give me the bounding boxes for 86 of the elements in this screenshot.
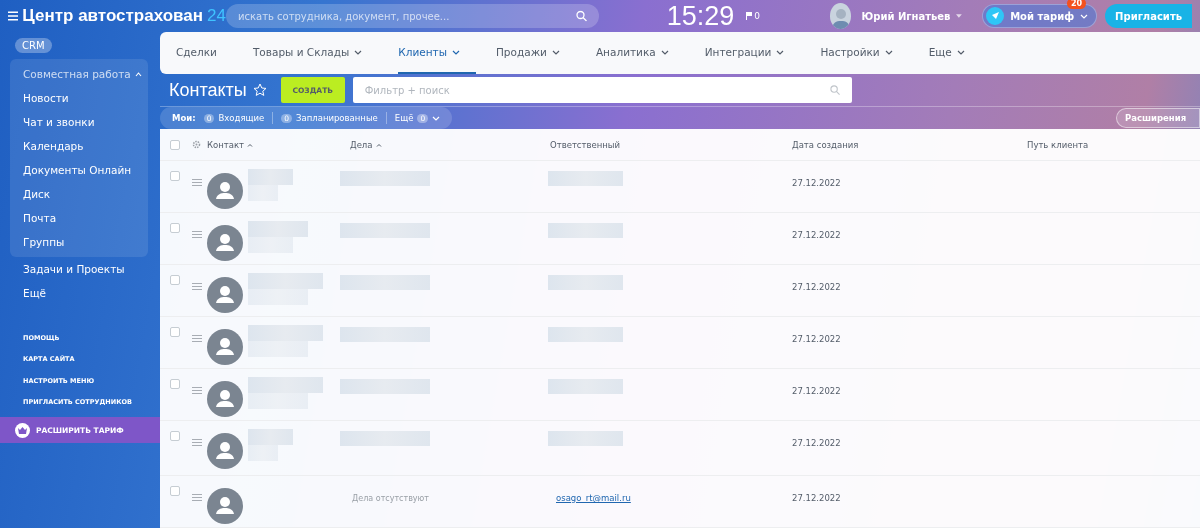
checkbox[interactable] [170, 379, 180, 389]
chevron-down-icon [551, 49, 560, 55]
column-header[interactable]: Дела [350, 129, 550, 160]
filter-search-field[interactable]: Фильтр + поиск [352, 77, 852, 103]
date-cell: 27.12.2022 [792, 386, 841, 396]
drag-handle-icon[interactable] [192, 283, 202, 290]
user-avatar-icon [207, 277, 243, 313]
drag-handle-icon[interactable] [192, 179, 202, 186]
crm-badge[interactable]: CRM [15, 38, 52, 53]
date-cell: 27.12.2022 [792, 334, 841, 344]
menu-group-header[interactable]: Совместная работа [10, 62, 148, 86]
chevron-down-icon [884, 49, 893, 55]
chevron-down-icon [451, 49, 460, 55]
user-avatar-icon [207, 381, 243, 417]
crown-icon [18, 426, 27, 434]
date-cell: 27.12.2022 [792, 178, 841, 188]
user-avatar-icon [207, 173, 243, 209]
sidebar-item[interactable]: Новости [10, 86, 148, 110]
nav-tab[interactable]: Сделки [176, 32, 233, 74]
column-header[interactable]: Дата создания [792, 129, 1027, 160]
nav-tab[interactable]: Продажи [495, 32, 576, 74]
flag-icon[interactable] [746, 12, 753, 20]
checkbox[interactable] [170, 140, 180, 150]
user-avatar-icon [207, 488, 243, 524]
nav-tab[interactable]: Аналитика [595, 32, 685, 74]
email-link[interactable]: osago_rt@mail.ru [550, 493, 631, 503]
logo-suffix: 24 [207, 6, 226, 26]
notification-badge: 20 [1066, 0, 1087, 9]
blurred-text [248, 169, 293, 201]
settings-icon[interactable] [192, 140, 201, 149]
nav-tab[interactable]: Еще [928, 32, 981, 74]
column-header[interactable]: Путь клиента [1027, 129, 1200, 160]
user-avatar[interactable] [829, 3, 852, 29]
star-icon[interactable] [252, 83, 267, 97]
drag-handle-icon[interactable] [192, 387, 202, 394]
deals-text: Дела отсутствуют [351, 494, 429, 503]
sidebar-item[interactable]: Группы [10, 230, 148, 254]
user-avatar-icon [207, 329, 243, 365]
sidebar-item[interactable]: Задачи и Проекты [10, 257, 150, 281]
nav-tab[interactable]: Клиенты [398, 32, 476, 74]
checkbox[interactable] [170, 486, 180, 496]
column-header[interactable]: Ответственный [550, 129, 792, 160]
blurred-text [248, 221, 308, 253]
nav-tab[interactable]: Товары и Склады [252, 32, 379, 74]
page-title: Контакты [169, 79, 247, 101]
clock: 15:29 [666, 0, 735, 32]
nav-tab[interactable]: Интеграции [704, 32, 801, 74]
date-cell: 27.12.2022 [792, 230, 841, 240]
user-name[interactable]: Юрий Игнатьев [861, 10, 951, 22]
chevron-down-icon [660, 49, 669, 55]
sidebar-item[interactable]: Диск [10, 182, 148, 206]
rocket-icon [990, 11, 1001, 21]
search-icon[interactable] [575, 10, 587, 22]
checkbox[interactable] [170, 275, 180, 285]
sidebar-item[interactable]: Почта [10, 206, 148, 230]
counters-label: Мои: [172, 113, 196, 123]
checkbox[interactable] [170, 223, 180, 233]
sidebar-item[interactable]: Чат и звонки [10, 110, 148, 134]
drag-handle-icon[interactable] [192, 439, 202, 446]
caret-icon[interactable] [956, 14, 963, 18]
search-icon[interactable] [829, 85, 840, 95]
chevron-down-icon [956, 49, 965, 55]
flag-count: 0 [754, 11, 760, 21]
sidebar-item[interactable]: Документы Онлайн [10, 158, 148, 182]
user-avatar-icon [207, 225, 243, 261]
date-cell: 27.12.2022 [792, 438, 841, 448]
user-avatar-icon [207, 433, 243, 469]
drag-handle-icon[interactable] [192, 494, 202, 501]
nav-tab[interactable]: Настройки [820, 32, 909, 74]
drag-handle-icon[interactable] [192, 335, 202, 342]
sidebar-item[interactable]: Календарь [10, 134, 148, 158]
chevron-down-icon [776, 49, 785, 55]
blurred-text [248, 429, 293, 461]
column-header[interactable]: Контакт [207, 129, 350, 160]
chevron-down-icon [1080, 13, 1089, 19]
drag-handle-icon[interactable] [192, 231, 202, 238]
checkbox[interactable] [170, 431, 180, 441]
checkbox[interactable] [170, 171, 180, 181]
date-cell: 27.12.2022 [792, 282, 841, 292]
menu-icon[interactable] [8, 11, 19, 21]
chevron-down-icon [354, 49, 363, 55]
checkbox[interactable] [170, 327, 180, 337]
sidebar-item[interactable]: Ещё [10, 281, 150, 305]
portal-logo[interactable]: Центр автострахован [22, 6, 204, 26]
chevron-down-icon [432, 115, 441, 121]
date-cell: 27.12.2022 [792, 493, 841, 503]
